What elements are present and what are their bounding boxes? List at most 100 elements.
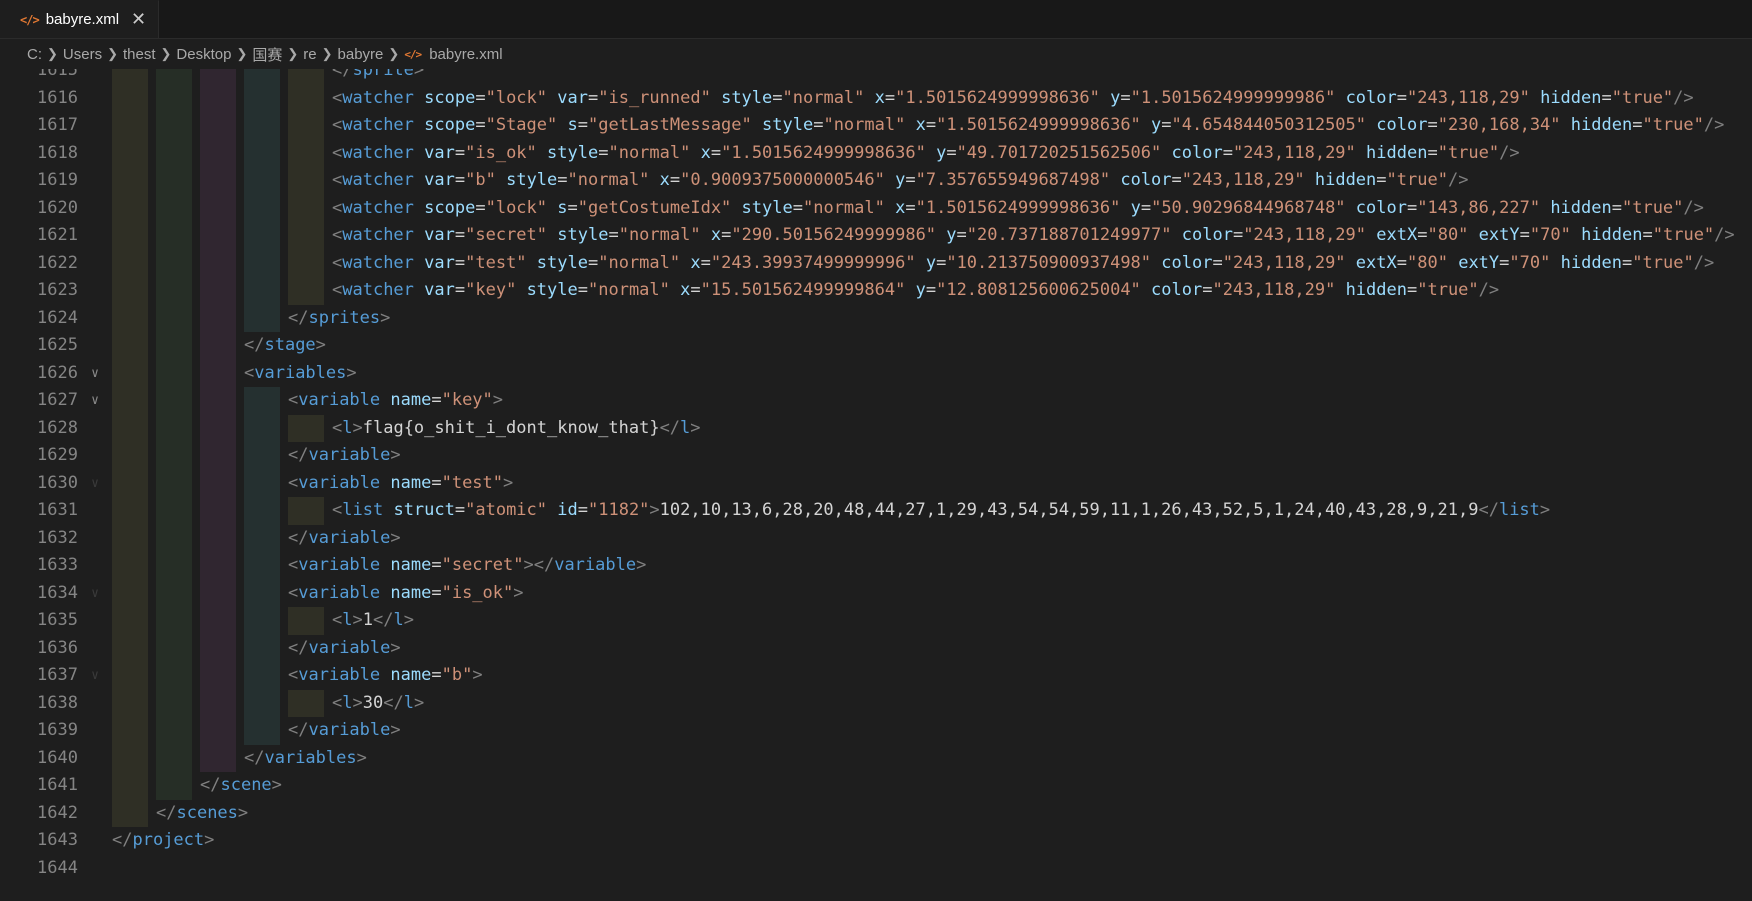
code-line[interactable]: 1634 ∨ <variable name="is_ok"> <box>0 579 1752 608</box>
code-attribute-value: "atomic" <box>465 500 548 520</box>
code-line[interactable]: 1642 </scenes> <box>0 799 1752 827</box>
code-line[interactable]: 1615 </sprite> <box>0 69 1752 85</box>
code-line[interactable]: 1628 <l>flag{o_shit_i_dont_know_that}</l> <box>0 414 1752 442</box>
code-text: = <box>454 252 466 273</box>
code-line[interactable]: 1629 </variable> <box>0 442 1752 470</box>
close-icon[interactable]: ✕ <box>131 9 146 30</box>
code-attribute-name: var <box>424 225 455 245</box>
breadcrumb-item[interactable]: babyre <box>338 46 384 63</box>
code-content: <variable name="is_ok"> <box>288 580 524 608</box>
breadcrumb-item[interactable]: re <box>303 46 316 63</box>
breadcrumb-item[interactable]: Users <box>63 46 102 63</box>
code-line[interactable]: 1638 <l>30</l> <box>0 689 1752 717</box>
breadcrumb-item-file[interactable]: babyre.xml <box>429 46 502 63</box>
code-line[interactable]: 1627 ∨ <variable name="key"> <box>0 387 1752 415</box>
indent-guide <box>200 414 236 442</box>
code-text: = <box>1406 197 1418 218</box>
code-text: flag{o_shit_i_dont_know_that} <box>362 417 660 438</box>
code-line[interactable]: 1644 <box>0 855 1752 883</box>
code-punctuation: /> <box>1703 115 1725 135</box>
code-line[interactable]: 1616 <watcher scope="lock" var="is_runned… <box>0 84 1752 112</box>
code-line[interactable]: 1624 </sprites> <box>0 304 1752 332</box>
code-line[interactable]: 1621 <watcher var="secret" style="normal"… <box>0 222 1752 250</box>
code-line[interactable]: 1640 </variables> <box>0 744 1752 772</box>
code-attribute-name: id <box>557 500 578 520</box>
indent-guide <box>200 607 236 635</box>
indent-guide <box>244 497 280 525</box>
code-line[interactable]: 1622 <watcher var="test" style="normal" x… <box>0 249 1752 277</box>
fold-chevron-icon[interactable]: ∨ <box>88 580 102 608</box>
code-line[interactable]: 1626 ∨ <variables> <box>0 359 1752 388</box>
code-attribute-name: name <box>390 390 432 410</box>
code-line[interactable]: 1631 <list struct="atomic" id="1182">102,… <box>0 497 1752 525</box>
code-attribute-name: hidden <box>1560 252 1623 273</box>
code-text: = <box>577 500 588 520</box>
tab-bar: </> babyre.xml ✕ <box>0 0 1752 39</box>
code-line[interactable]: 1623 <watcher var="key" style="normal" x=… <box>0 277 1752 305</box>
code-tag-name: variable <box>308 637 391 658</box>
code-content: </variable> <box>288 717 401 745</box>
code-text: 102,10,13,6,28,20,48,44,27,1,29,43,54,54… <box>659 500 1479 520</box>
indent-guide <box>244 662 280 690</box>
fold-chevron-icon[interactable]: ∨ <box>88 360 102 388</box>
code-attribute-value: "290.50156249999986" <box>731 225 937 245</box>
code-attribute-value: "80" <box>1427 225 1469 245</box>
indent-guide <box>200 552 236 580</box>
tab-babyre-xml[interactable]: </> babyre.xml ✕ <box>0 0 160 38</box>
fold-chevron-icon[interactable]: ∨ <box>88 470 102 498</box>
code-tag-name: l <box>342 417 353 438</box>
code-line[interactable]: 1639 </variable> <box>0 717 1752 745</box>
code-tag-name: list <box>1498 500 1540 520</box>
code-line[interactable]: 1643 </project> <box>0 827 1752 855</box>
code-line[interactable]: 1636 </variable> <box>0 634 1752 662</box>
code-text: = <box>710 142 722 163</box>
code-line[interactable]: 1641 </scene> <box>0 772 1752 800</box>
indent-guide <box>244 277 280 305</box>
code-attribute-name: extY <box>1478 225 1520 245</box>
code-line[interactable]: 1635 <l>1</l> <box>0 607 1752 635</box>
code-line[interactable]: 1633 <variable name="secret"></variable> <box>0 552 1752 580</box>
breadcrumb-item[interactable]: 国赛 <box>252 44 282 65</box>
code-attribute-name: name <box>390 472 432 493</box>
line-number: 1640 <box>37 747 78 768</box>
code-editor[interactable]: 1615 </sprite> 1616 <watcher scope="lock" v… <box>0 69 1752 901</box>
code-line[interactable]: 1617 <watcher scope="Stage" s="getLastMes… <box>0 112 1752 140</box>
code-text: = <box>1161 115 1172 135</box>
breadcrumb-item[interactable]: C: <box>27 46 42 63</box>
code-line[interactable]: 1620 <watcher scope="lock" s="getCostumeI… <box>0 194 1752 222</box>
code-tag-name: watcher <box>342 87 414 108</box>
code-text: = <box>905 197 916 218</box>
code-attribute-value: "Stage" <box>485 115 558 135</box>
fold-chevron-icon[interactable]: ∨ <box>88 662 102 690</box>
code-punctuation: > <box>352 692 363 713</box>
code-attribute-value: "1.5015624999998636" <box>915 197 1121 218</box>
code-line[interactable]: 1619 <watcher var="b" style="normal" x="0… <box>0 167 1752 195</box>
code-attribute-name: struct <box>393 500 455 520</box>
code-punctuation: < <box>288 555 299 575</box>
indent-guide <box>156 222 192 250</box>
fold-chevron-icon[interactable]: ∨ <box>88 387 102 415</box>
indent-guide <box>112 277 148 305</box>
code-punctuation: < <box>288 390 299 410</box>
breadcrumb-item[interactable]: thest <box>123 46 156 63</box>
code-line[interactable]: 1630 ∨ <variable name="test"> <box>0 469 1752 498</box>
code-tag-name: variable <box>308 527 391 548</box>
code-line[interactable]: 1632 </variable> <box>0 524 1752 552</box>
line-number: 1642 <box>37 802 78 823</box>
line-number: 1615 <box>37 69 78 80</box>
code-line[interactable]: 1618 <watcher var="is_ok" style="normal" … <box>0 139 1752 167</box>
code-text: = <box>1611 197 1622 218</box>
code-text: = <box>567 197 578 218</box>
code-punctuation: </ <box>244 335 265 355</box>
code-tag-name: watcher <box>342 280 414 300</box>
breadcrumb-item[interactable]: Desktop <box>176 46 231 63</box>
code-line[interactable]: 1625 </stage> <box>0 332 1752 360</box>
code-punctuation: > <box>352 610 363 630</box>
code-line[interactable]: 1637 ∨ <variable name="b"> <box>0 662 1752 690</box>
